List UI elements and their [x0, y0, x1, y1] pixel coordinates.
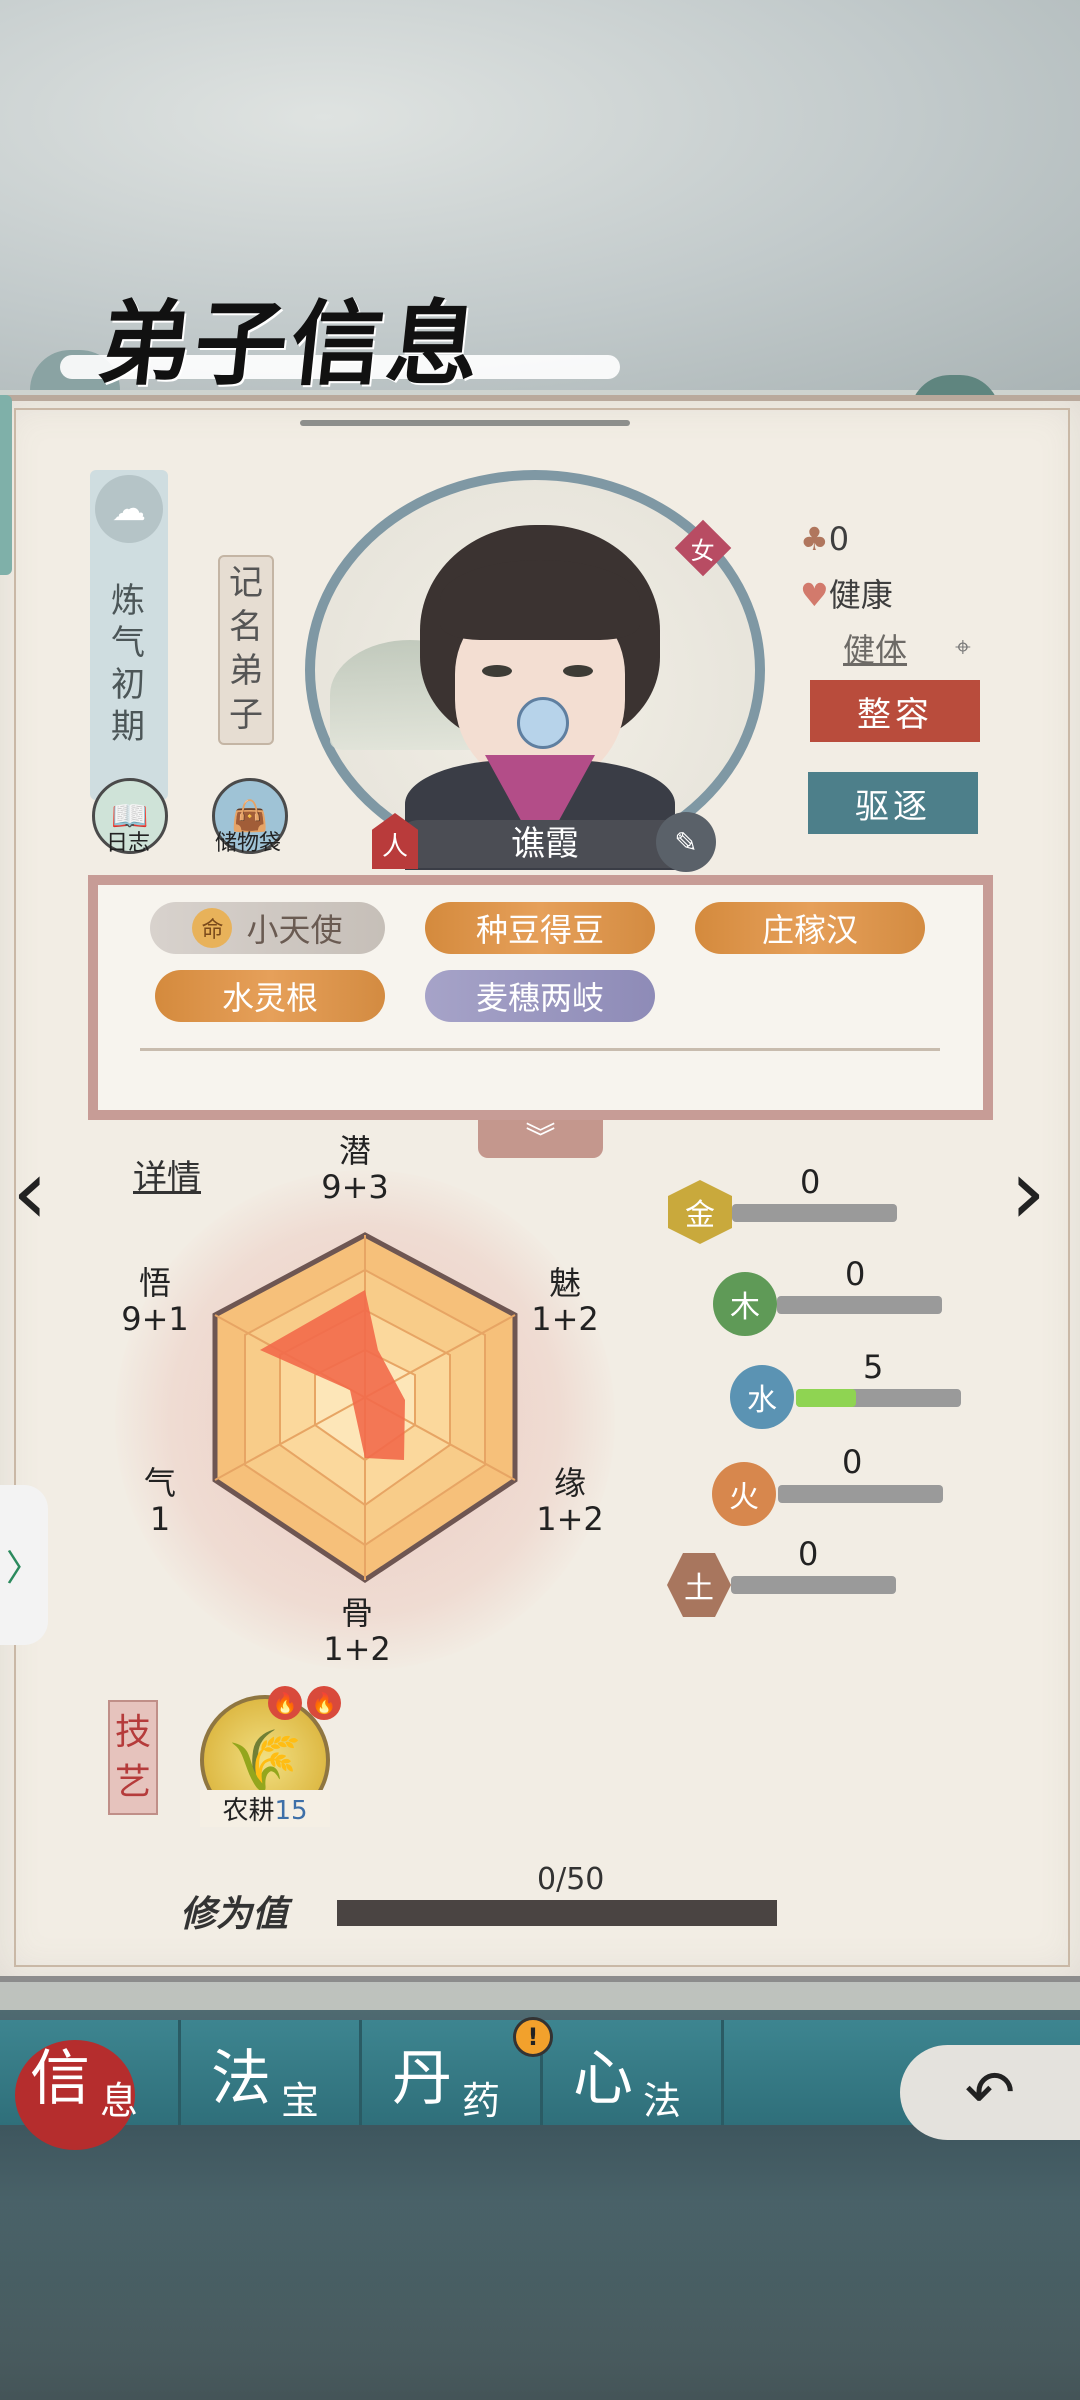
tab-info[interactable]: 信息	[0, 2020, 181, 2125]
expand-chevron-icon[interactable]: ︾	[478, 1120, 603, 1158]
traits-divider	[140, 1048, 940, 1051]
cloud-swirl-icon: ☁	[95, 475, 163, 543]
heart-icon: ♥	[800, 576, 829, 614]
farming-skill-label: 农耕15	[200, 1790, 330, 1827]
realm-text: 炼气初期	[111, 581, 145, 747]
expel-button[interactable]: 驱逐	[808, 772, 978, 834]
mushroom-icon: ♣	[800, 520, 829, 558]
attr-qian: 潜 9+3	[321, 1132, 389, 1206]
trait-chip[interactable]: 种豆得豆	[425, 902, 655, 954]
fate-icon: 命	[192, 908, 233, 948]
back-arrow-icon: ↶	[964, 2057, 1016, 2128]
fire-element-bar	[778, 1485, 943, 1503]
attr-gu: 骨 1+2	[323, 1594, 391, 1668]
mountain-silhouette	[0, 2200, 1080, 2400]
left-edge-tab[interactable]	[0, 395, 12, 575]
previous-arrow-icon[interactable]: ‹	[12, 1140, 48, 1245]
trait-chip[interactable]: 庄稼汉	[695, 902, 925, 954]
rank-label: 记名弟子	[218, 555, 274, 745]
cultivation-label: 修为值	[180, 1893, 289, 1935]
health-status: ♥健康	[800, 576, 893, 614]
wood-element-icon: 木	[713, 1272, 777, 1336]
flame-icon: 🔥	[307, 1686, 341, 1720]
body-type-link[interactable]: 健体	[843, 625, 907, 671]
portrait-eye	[563, 665, 593, 677]
tab-artifacts[interactable]: 法宝	[181, 2020, 362, 2125]
flower-mask	[517, 697, 569, 749]
attribute-radar	[212, 1232, 518, 1584]
portrait-eye	[482, 665, 512, 677]
earth-element-bar	[731, 1576, 896, 1594]
fire-element-icon: 火	[712, 1462, 776, 1526]
disciple-name[interactable]: 谯霞	[400, 818, 690, 870]
attr-yuan: 缘 1+2	[536, 1464, 604, 1538]
storage-bag-label: 储物袋	[214, 831, 281, 856]
metal-element-bar	[732, 1204, 897, 1222]
back-button[interactable]: ↶	[900, 2045, 1080, 2140]
location-pin-icon[interactable]: ⌖	[955, 630, 971, 664]
trait-chip[interactable]: 麦穗两岐	[425, 970, 655, 1022]
wood-element-value: 0	[845, 1255, 866, 1293]
cultivation-progress-bar	[337, 1900, 777, 1926]
water-element-icon: 水	[730, 1365, 794, 1429]
warning-badge-icon: !	[513, 2017, 553, 2057]
details-link[interactable]: 详情	[133, 1150, 201, 1199]
panel-top-line	[300, 420, 630, 426]
flame-icon: 🔥	[268, 1686, 302, 1720]
page-title: 弟子信息	[93, 290, 489, 398]
water-element-fill	[796, 1389, 856, 1407]
trait-chip[interactable]: 命小天使	[150, 902, 385, 954]
portrait-bangs	[440, 560, 640, 640]
skills-label: 技艺	[108, 1700, 158, 1815]
wood-element-bar	[777, 1296, 942, 1314]
water-element-value: 5	[863, 1348, 884, 1386]
mushroom-count: ♣0	[800, 520, 850, 558]
side-drawer-handle[interactable]: 〉	[0, 1485, 48, 1645]
attr-qi: 气1	[143, 1464, 176, 1538]
next-arrow-icon[interactable]: ›	[1010, 1140, 1046, 1245]
earth-element-value: 0	[798, 1535, 819, 1573]
brush-icon[interactable]: ✎	[656, 812, 716, 872]
attr-mei: 魅 1+2	[531, 1264, 599, 1338]
wheat-icon: 🌾	[227, 1725, 303, 1796]
trait-chip[interactable]: 水灵根	[155, 970, 385, 1022]
metal-element-value: 0	[800, 1163, 821, 1201]
attr-wu: 悟 9+1	[121, 1264, 189, 1338]
tab-techniques[interactable]: 心法	[543, 2020, 724, 2125]
journal-label: 日志	[105, 831, 150, 856]
fire-element-value: 0	[842, 1443, 863, 1481]
makeover-button[interactable]: 整容	[810, 680, 980, 742]
cultivation-value: 0/50	[537, 1862, 605, 1897]
